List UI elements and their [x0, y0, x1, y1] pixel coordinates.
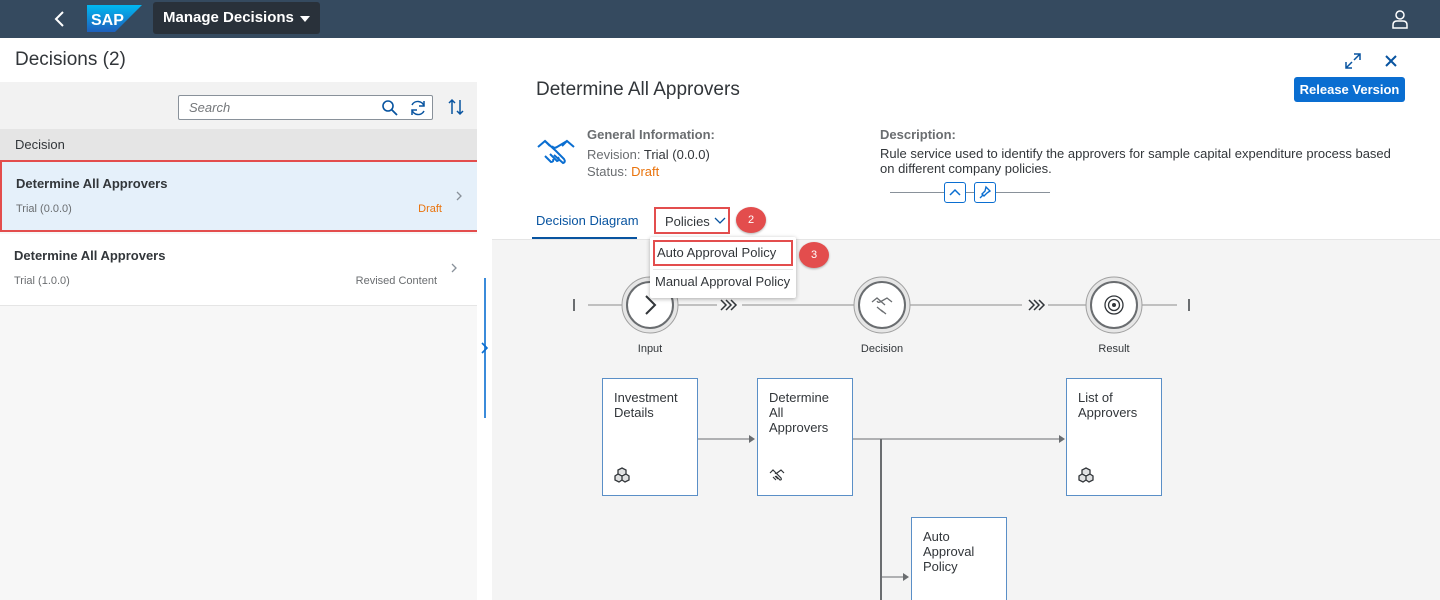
chevron-up-icon — [949, 188, 961, 196]
list-header: Decisions (2) — [0, 38, 477, 82]
fullscreen-icon[interactable] — [1344, 52, 1362, 70]
app-title-menu[interactable]: Manage Decisions — [153, 2, 320, 34]
item-revision: Trial (1.0.0) — [14, 275, 70, 287]
list-item[interactable]: Determine All Approvers Trial (1.0.0) Re… — [0, 234, 477, 306]
decision-diagram: Input Decision Result Investment Details… — [492, 240, 1440, 600]
list-toolbar: Search — [0, 82, 477, 130]
search-input[interactable]: Search — [178, 95, 433, 120]
box-determine-all-approvers[interactable]: Determine All Approvers — [757, 378, 853, 496]
step-label-decision: Decision — [860, 343, 904, 355]
item-name: Determine All Approvers — [16, 176, 168, 191]
step-label-result: Result — [1098, 343, 1130, 355]
tab-policies-label: Policies — [665, 214, 710, 229]
close-icon[interactable] — [1382, 52, 1400, 70]
caret-down-icon — [299, 16, 310, 22]
sap-logo[interactable]: SAP — [87, 5, 142, 32]
column-header-label: Decision — [15, 137, 65, 152]
item-revision: Trial (0.0.0) — [16, 203, 72, 215]
chevron-right-icon[interactable] — [479, 340, 491, 356]
chevron-right-icon — [451, 263, 457, 273]
user-icon[interactable] — [1390, 9, 1410, 29]
annotation-badge-2: 2 — [736, 207, 766, 233]
menu-item-manual-approval-policy[interactable]: Manual Approval Policy — [653, 269, 793, 295]
handshake-icon — [769, 469, 785, 481]
status-line: Status: Draft — [587, 164, 659, 179]
status-value: Draft — [631, 164, 660, 179]
collapse-header-button[interactable] — [944, 182, 966, 203]
app-title: Manage Decisions — [163, 9, 294, 26]
list-item[interactable]: Determine All Approvers Trial (0.0.0) Dr… — [0, 160, 484, 232]
item-status: Draft — [418, 203, 442, 215]
pin-header-button[interactable] — [974, 182, 996, 203]
description-text: Rule service used to identify the approv… — [880, 146, 1391, 176]
box-investment-details[interactable]: Investment Details — [602, 378, 698, 496]
chevron-down-icon — [714, 217, 726, 224]
annotation-badge-3: 3 — [799, 242, 829, 268]
revision-value: Trial (0.0.0) — [643, 147, 710, 162]
handshake-icon — [537, 139, 575, 165]
box-label: Investment Details — [614, 390, 678, 420]
svg-text:SAP: SAP — [91, 12, 124, 29]
back-icon[interactable] — [50, 9, 70, 29]
decision-list-panel: Decisions (2) Search Decision Determine … — [0, 38, 484, 600]
sort-icon[interactable] — [446, 97, 466, 117]
cubes-icon — [1078, 467, 1094, 483]
cubes-icon — [614, 467, 630, 483]
revision-line: Revision: Trial (0.0.0) — [587, 147, 710, 162]
shell-bar: SAP Manage Decisions — [0, 0, 1440, 38]
step-label-input: Input — [637, 343, 663, 355]
decision-detail-panel: Determine All Approvers Release Version … — [492, 38, 1440, 600]
box-label: List of Approvers — [1078, 390, 1138, 420]
search-icon[interactable] — [381, 99, 399, 117]
status-label: Status: — [587, 164, 628, 179]
menu-item-auto-approval-policy[interactable]: Auto Approval Policy — [653, 240, 793, 266]
tab-policies[interactable]: Policies — [654, 207, 730, 234]
box-label: Determine All Approvers — [769, 390, 829, 435]
box-auto-approval-policy[interactable]: Auto Approval Policy — [911, 517, 1007, 600]
column-header: Decision — [0, 130, 477, 160]
list-title: Decisions (2) — [15, 49, 126, 70]
chevron-right-icon — [456, 191, 462, 201]
pin-icon — [979, 185, 992, 199]
general-info-label: General Information: — [587, 127, 715, 142]
refresh-icon[interactable] — [408, 98, 428, 118]
revision-label: Revision: — [587, 147, 641, 162]
release-version-button[interactable]: Release Version — [1294, 77, 1405, 102]
item-name: Determine All Approvers — [14, 248, 166, 263]
box-label: Auto Approval Policy — [923, 529, 975, 574]
object-title: Determine All Approvers — [536, 79, 740, 100]
description-label: Description: — [880, 127, 956, 142]
box-list-of-approvers[interactable]: List of Approvers — [1066, 378, 1162, 496]
policies-dropdown: Auto Approval Policy Manual Approval Pol… — [650, 237, 796, 298]
header-divider — [890, 192, 1050, 193]
item-status: Revised Content — [355, 275, 437, 287]
splitter[interactable] — [477, 38, 492, 600]
search-placeholder: Search — [189, 100, 231, 115]
tab-decision-diagram[interactable]: Decision Diagram — [536, 213, 639, 228]
